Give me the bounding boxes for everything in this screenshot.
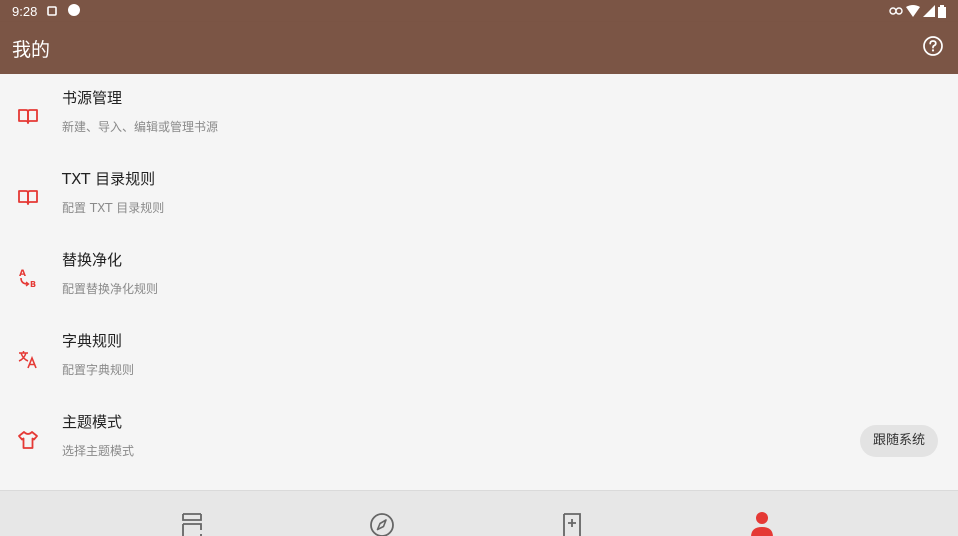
bookshelf-icon xyxy=(179,511,205,536)
pref-summary: 配置替换净化规则 xyxy=(62,282,159,296)
status-time: 9:28 xyxy=(12,3,38,19)
nav-rss[interactable] xyxy=(542,497,602,536)
nav-bookshelf[interactable] xyxy=(162,497,222,536)
svg-text:B: B xyxy=(30,280,36,289)
nav-explore[interactable] xyxy=(352,497,412,536)
pref-title: 书源管理 xyxy=(62,89,123,107)
pref-replace-rules[interactable]: A B 替换净化 配置替换净化规则 xyxy=(0,236,958,317)
pref-title: 主题模式 xyxy=(62,413,123,431)
link-icon xyxy=(889,6,903,16)
pref-summary: 配置字典规则 xyxy=(62,363,135,377)
status-bar: 9:28 xyxy=(0,0,958,22)
signal-icon xyxy=(923,5,935,17)
app-bar: 我的 xyxy=(0,22,958,74)
svg-text:A: A xyxy=(19,269,26,279)
pref-title: TXT 目录规则 xyxy=(62,170,156,188)
preference-list: 书源管理 新建、导入、编辑或管理书源 TXT 目录规则 配置 TXT 目录规则 … xyxy=(0,74,958,490)
pref-theme-mode[interactable]: 主题模式 选择主题模式 跟随系统 xyxy=(0,398,958,479)
help-icon xyxy=(922,35,944,61)
book-open-icon xyxy=(16,104,40,128)
person-icon xyxy=(749,511,775,536)
pref-title: 替换净化 xyxy=(62,251,123,269)
bookmark-plus-icon xyxy=(559,511,585,536)
find-replace-icon: A B xyxy=(16,266,40,290)
bottom-navigation xyxy=(0,490,958,536)
compass-icon xyxy=(369,511,395,536)
tshirt-icon xyxy=(16,428,40,452)
theme-mode-value-chip[interactable]: 跟随系统 xyxy=(859,425,938,457)
book-open-icon xyxy=(16,185,40,209)
pref-dict-rules[interactable]: 字典规则 配置字典规则 xyxy=(0,317,958,398)
pref-summary: 配置 TXT 目录规则 xyxy=(62,201,165,215)
battery-icon xyxy=(938,4,946,18)
translate-icon xyxy=(16,347,40,371)
wifi-icon xyxy=(906,5,920,17)
pref-summary: 新建、导入、编辑或管理书源 xyxy=(62,120,219,134)
help-button[interactable] xyxy=(920,35,946,61)
dot-icon xyxy=(67,3,81,20)
pref-txt-toc-rules[interactable]: TXT 目录规则 配置 TXT 目录规则 xyxy=(0,155,958,236)
pref-book-source[interactable]: 书源管理 新建、导入、编辑或管理书源 xyxy=(0,74,958,155)
pref-summary: 选择主题模式 xyxy=(62,444,135,458)
notification-icon xyxy=(47,4,58,19)
page-title: 我的 xyxy=(12,38,51,61)
nav-my[interactable] xyxy=(732,497,792,536)
pref-title: 字典规则 xyxy=(62,332,123,350)
